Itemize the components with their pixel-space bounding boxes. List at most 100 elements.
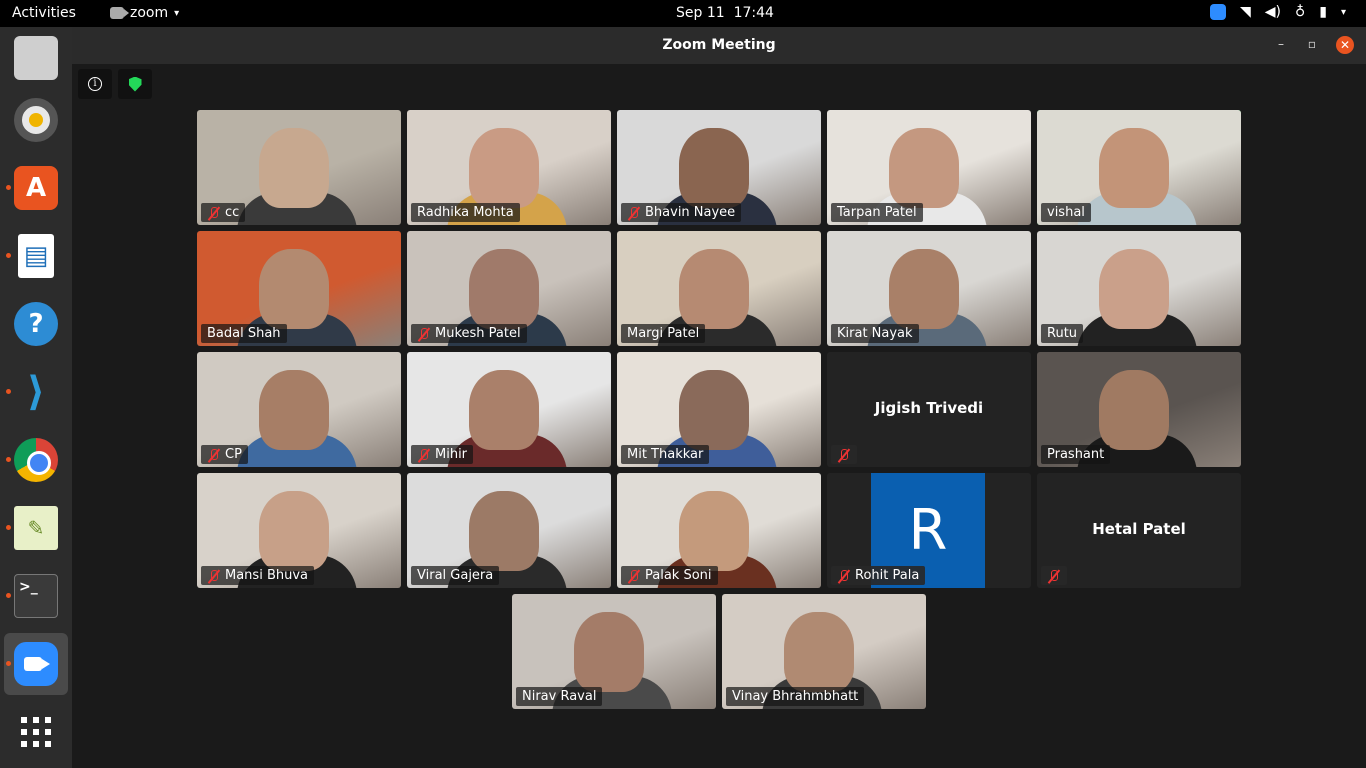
participant-nametag: Rutu xyxy=(1041,324,1084,343)
dock: A ▤ ? ⟩ ✎ >_ xyxy=(0,27,72,768)
participant-tile[interactable]: Kirat Nayak xyxy=(827,231,1031,346)
clock[interactable]: Sep 11 17:44 xyxy=(676,5,774,21)
participant-name: Palak Soni xyxy=(645,568,712,583)
participant-nametag: Tarpan Patel xyxy=(831,203,923,222)
participant-tile[interactable]: vishal xyxy=(1037,110,1241,225)
participant-nametag: Prashant xyxy=(1041,445,1111,464)
participant-tile[interactable]: R Rohit Pala xyxy=(827,473,1031,588)
participant-tile[interactable]: Mansi Bhuva xyxy=(197,473,401,588)
window-titlebar[interactable]: Zoom Meeting – ▫ ✕ xyxy=(72,27,1366,64)
participant-face xyxy=(259,491,329,571)
running-indicator xyxy=(6,389,11,394)
participant-nametag xyxy=(1041,566,1067,585)
dock-item-zoom[interactable] xyxy=(4,633,68,695)
participant-tile[interactable]: Tarpan Patel xyxy=(827,110,1031,225)
activities-button[interactable]: Activities xyxy=(12,5,76,21)
encryption-button[interactable] xyxy=(118,69,152,99)
dock-item-show-apps[interactable] xyxy=(4,701,68,763)
running-indicator xyxy=(6,457,11,462)
muted-microphone-icon xyxy=(207,206,221,220)
dock-item-text-editor[interactable]: ✎ xyxy=(4,497,68,559)
participant-display-name: Jigish Trivedi xyxy=(874,399,984,417)
participant-nametag: Nirav Raval xyxy=(516,687,603,706)
app-menu[interactable]: zoom ▾ xyxy=(110,5,179,21)
dock-item-writer[interactable]: ▤ xyxy=(4,225,68,287)
chevron-down-icon: ▾ xyxy=(174,7,180,19)
participant-name: Margi Patel xyxy=(627,326,700,341)
participant-tile[interactable]: Mihir xyxy=(407,352,611,467)
participant-tile[interactable]: Bhavin Nayee xyxy=(617,110,821,225)
meeting-info-button[interactable]: i xyxy=(78,69,112,99)
participant-tile[interactable]: Rutu xyxy=(1037,231,1241,346)
app-menu-label: zoom xyxy=(130,5,169,21)
participant-face xyxy=(469,370,539,450)
files-icon xyxy=(14,36,58,80)
dock-item-files[interactable] xyxy=(4,27,68,89)
participant-tile[interactable]: Nirav Raval xyxy=(512,594,716,709)
clock-date: Sep 11 xyxy=(676,5,725,21)
participant-tile[interactable]: Vinay Bhrahmbhatt xyxy=(722,594,926,709)
participant-face xyxy=(469,128,539,208)
system-tray[interactable]: ◥ ◀) ♁ ▮ ▾ xyxy=(1209,4,1346,20)
clock-time: 17:44 xyxy=(733,5,774,21)
participant-tile[interactable]: Mukesh Patel xyxy=(407,231,611,346)
dock-item-software[interactable]: A xyxy=(4,157,68,219)
participant-nametag: Rohit Pala xyxy=(831,566,926,585)
close-button[interactable]: ✕ xyxy=(1336,36,1354,54)
volume-icon: ◀) xyxy=(1264,4,1281,20)
participant-name: Rutu xyxy=(1047,326,1078,341)
participant-face xyxy=(679,370,749,450)
participant-face xyxy=(1099,249,1169,329)
wifi-icon: ◥ xyxy=(1239,4,1251,20)
participant-name: Viral Gajera xyxy=(417,568,494,583)
participant-nametag: Vinay Bhrahmbhatt xyxy=(726,687,865,706)
muted-microphone-icon xyxy=(837,448,851,462)
participant-name: Nirav Raval xyxy=(522,689,597,704)
microphone-icon: ♁ xyxy=(1294,4,1306,20)
participant-name: Tarpan Patel xyxy=(837,205,917,220)
muted-microphone-icon xyxy=(1047,569,1061,583)
muted-microphone-icon xyxy=(627,569,641,583)
participant-name: Vinay Bhrahmbhatt xyxy=(732,689,859,704)
dock-item-chrome[interactable] xyxy=(4,429,68,491)
participant-name: CP xyxy=(225,447,242,462)
window-title: Zoom Meeting xyxy=(662,37,776,53)
shield-icon xyxy=(128,76,142,92)
participant-tile[interactable]: Viral Gajera xyxy=(407,473,611,588)
participant-nametag: Radhika Mohta xyxy=(411,203,520,222)
info-icon: i xyxy=(88,77,102,91)
participant-tile[interactable]: Jigish Trivedi xyxy=(827,352,1031,467)
participant-tile[interactable]: Prashant xyxy=(1037,352,1241,467)
dock-item-help[interactable]: ? xyxy=(4,293,68,355)
participant-nametag: Mukesh Patel xyxy=(411,324,527,343)
dock-item-rhythmbox[interactable] xyxy=(4,89,68,151)
participant-tile[interactable]: cc xyxy=(197,110,401,225)
running-indicator xyxy=(6,525,11,530)
participant-face xyxy=(679,128,749,208)
minimize-button[interactable]: – xyxy=(1278,37,1284,51)
maximize-button[interactable]: ▫ xyxy=(1308,37,1316,51)
dock-item-terminal[interactable]: >_ xyxy=(4,565,68,627)
participant-face xyxy=(574,612,644,692)
participant-tile[interactable]: Badal Shah xyxy=(197,231,401,346)
participant-face xyxy=(1099,128,1169,208)
participant-tile[interactable]: Hetal Patel xyxy=(1037,473,1241,588)
participant-tile[interactable]: Palak Soni xyxy=(617,473,821,588)
participant-tile[interactable]: Margi Patel xyxy=(617,231,821,346)
participant-nametag: Mansi Bhuva xyxy=(201,566,314,585)
participant-face xyxy=(889,249,959,329)
participant-face xyxy=(1099,370,1169,450)
dock-item-vscode[interactable]: ⟩ xyxy=(4,361,68,423)
muted-microphone-icon xyxy=(837,569,851,583)
battery-icon: ▮ xyxy=(1319,4,1327,20)
participant-nametag: Palak Soni xyxy=(621,566,718,585)
terminal-icon: >_ xyxy=(14,574,58,618)
running-indicator xyxy=(6,593,11,598)
participant-tile[interactable]: Mit Thakkar xyxy=(617,352,821,467)
muted-microphone-icon xyxy=(417,448,431,462)
zoom-tray-icon[interactable] xyxy=(1209,4,1226,20)
participant-face xyxy=(679,249,749,329)
muted-microphone-icon xyxy=(207,448,221,462)
participant-tile[interactable]: CP xyxy=(197,352,401,467)
participant-tile[interactable]: Radhika Mohta xyxy=(407,110,611,225)
